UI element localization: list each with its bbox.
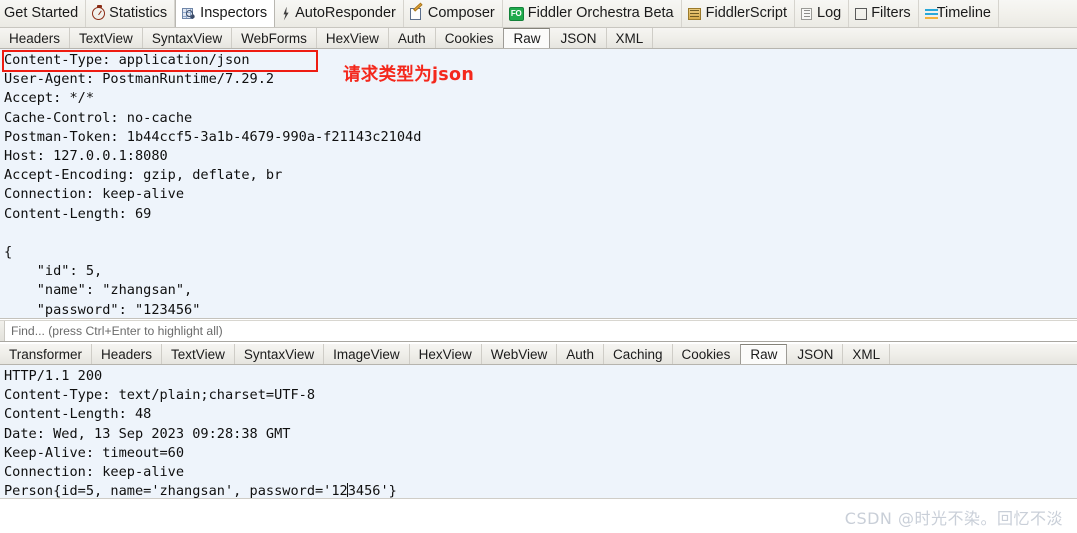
response-body-before-caret: Person{id=5, name='zhangsan', password='… [4,483,348,498]
main-tab-label: Composer [427,5,495,22]
request-tab-label: WebForms [241,30,307,46]
request-tab-label: TextView [79,30,133,46]
request-tab-textview[interactable]: TextView [70,28,143,48]
request-tab-label: JSON [560,30,597,46]
fiddler-inspectors-window: Get Started Statistics Inspectors AutoRe… [0,0,1077,533]
response-tab-label: Caching [613,346,663,362]
compose-pencil-icon [409,7,424,20]
request-tab-cookies[interactable]: Cookies [436,28,503,48]
watermark: CSDN @时光不染。回忆不淡 [844,509,1063,528]
main-tab-label: Get Started [4,5,79,22]
response-tab-label: Raw [750,347,778,362]
response-tab-label: Auth [566,346,595,362]
inspectors-icon [182,7,196,21]
response-tab-label: ImageView [333,346,400,362]
request-tab-label: Auth [397,30,426,46]
stopwatch-icon [92,5,106,20]
response-tab-label: HexView [418,346,472,362]
main-tabstrip: Get Started Statistics Inspectors AutoRe… [0,0,1077,28]
main-tab-log[interactable]: Log [795,0,850,27]
response-tab-caching[interactable]: Caching [604,344,673,364]
response-tab-textview[interactable]: TextView [162,344,235,364]
filter-icon [855,7,868,20]
response-raw-body-line: Person{id=5, name='zhangsan', password='… [0,482,1077,498]
main-tab-filters[interactable]: Filters [849,0,919,27]
request-tab-webforms[interactable]: WebForms [232,28,317,48]
response-tab-label: TextView [171,346,225,362]
response-body-after-caret: 3456'} [347,483,397,498]
request-tab-headers[interactable]: Headers [0,28,71,48]
main-tab-label: Timeline [936,5,991,22]
fiddler-orchestra-icon: FO [508,6,524,21]
main-tab-autoresponder[interactable]: AutoResponder [275,0,404,27]
main-tab-label: Fiddler Orchestra Beta [527,5,674,22]
main-tab-timeline[interactable]: Timeline [919,0,999,27]
request-raw-text: Content-Type: application/json User-Agen… [4,52,422,318]
response-tab-syntaxview[interactable]: SyntaxView [235,344,325,364]
request-inspector-tabstrip: Headers TextView SyntaxView WebForms Hex… [0,28,1077,49]
timeline-icon [924,8,938,20]
request-tab-xml[interactable]: XML [607,28,654,48]
lightning-bolt-icon [281,7,291,21]
main-tab-get-started[interactable]: Get Started [0,0,87,27]
response-tab-label: Headers [101,346,153,362]
response-tab-label: WebView [490,346,548,362]
request-tab-syntaxview[interactable]: SyntaxView [143,28,233,48]
response-tab-raw[interactable]: Raw [740,344,788,364]
response-raw-headers: HTTP/1.1 200 Content-Type: text/plain;ch… [4,368,315,481]
script-icon [687,7,702,20]
request-tab-label: HexView [325,30,379,46]
response-tab-label: SyntaxView [243,346,315,362]
main-tab-label: FiddlerScript [705,5,787,22]
response-tab-auth[interactable]: Auth [557,344,605,364]
log-icon [801,7,813,20]
request-tab-label: SyntaxView [151,30,223,46]
main-tab-statistics[interactable]: Statistics [86,0,176,27]
find-input[interactable] [5,321,1077,341]
request-tab-label: Headers [9,30,61,46]
response-tab-hexview[interactable]: HexView [410,344,482,364]
main-tab-label: AutoResponder [295,5,396,22]
request-tab-label: Cookies [444,30,494,46]
main-tab-fiddler-orchestra[interactable]: FO Fiddler Orchestra Beta [503,0,682,27]
request-tab-label: XML [615,30,644,46]
response-tab-imageview[interactable]: ImageView [324,344,410,364]
response-tab-cookies[interactable]: Cookies [673,344,740,364]
response-tab-webview[interactable]: WebView [482,344,558,364]
response-tab-xml[interactable]: XML [843,344,891,364]
main-tab-fiddlerscript[interactable]: FiddlerScript [682,0,795,27]
find-bar [0,320,1077,342]
response-tab-label: Cookies [681,346,731,362]
request-tab-hexview[interactable]: HexView [317,28,389,48]
main-tab-composer[interactable]: Composer [404,0,503,27]
annotation-label: 请求类型为json [343,65,475,85]
main-tab-inspectors[interactable]: Inspectors [175,0,276,27]
response-inspector-tabstrip: Transformer Headers TextView SyntaxView … [0,344,1077,365]
response-tab-headers[interactable]: Headers [92,344,163,364]
request-tab-json[interactable]: JSON [551,28,607,48]
response-raw-textarea[interactable]: HTTP/1.1 200 Content-Type: text/plain;ch… [0,365,1077,498]
response-tab-label: Transformer [9,346,83,362]
request-tab-auth[interactable]: Auth [389,28,436,48]
request-raw-textarea[interactable]: Content-Type: application/json User-Agen… [0,49,1077,319]
response-tab-json[interactable]: JSON [788,344,844,364]
response-tab-transformer[interactable]: Transformer [0,344,93,364]
request-tab-label: Raw [513,31,541,46]
main-tab-label: Statistics [109,5,168,22]
main-tab-label: Filters [871,5,911,22]
request-tab-raw[interactable]: Raw [503,28,551,48]
response-tab-label: JSON [797,346,834,362]
main-tab-label: Log [817,5,842,22]
response-tab-label: XML [852,346,881,362]
main-tab-label: Inspectors [200,5,268,22]
